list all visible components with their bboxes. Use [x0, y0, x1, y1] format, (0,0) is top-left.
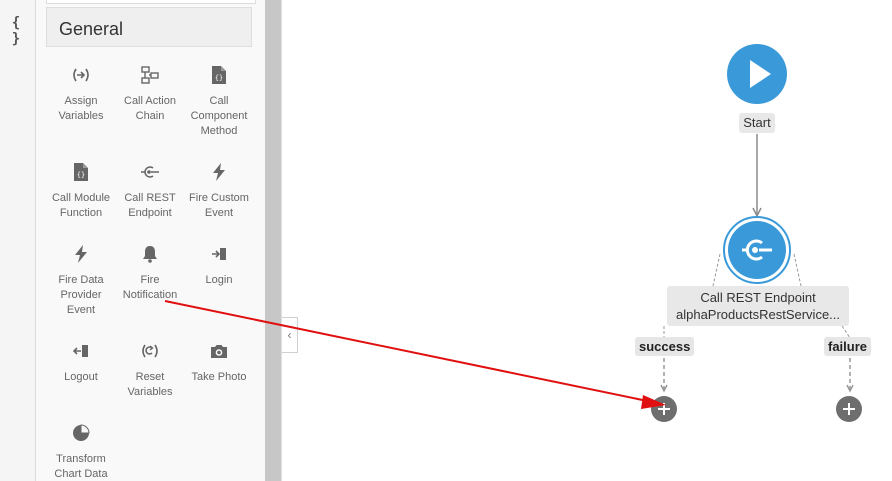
palette-item-call-action-chain[interactable]: Call Action Chain — [115, 65, 185, 124]
camera-icon — [184, 341, 254, 361]
login-icon — [184, 244, 254, 264]
palette-item-label: Call Component Method — [190, 95, 248, 137]
palette-item-label: Fire Data Provider Event — [58, 274, 104, 316]
palette-item-label: Logout — [64, 371, 98, 383]
rest-node-subtitle: alphaProductsRestService... — [675, 307, 841, 322]
rest-endpoint-icon — [115, 162, 185, 182]
lightning-icon — [46, 244, 116, 264]
start-node[interactable] — [727, 44, 787, 104]
palette-item-label: Call Module Function — [51, 192, 111, 219]
palette-item-login[interactable]: Login — [184, 244, 254, 288]
module-function-icon: {} — [46, 162, 116, 182]
svg-text:{}: {} — [77, 171, 85, 179]
palette-item-label: Fire Custom Event — [189, 192, 249, 219]
svg-text:{}: {} — [215, 74, 223, 82]
json-braces-icon[interactable]: { } — [5, 15, 27, 47]
palette-scrollbar[interactable] — [265, 0, 281, 481]
palette-item-reset-variables[interactable]: Reset Variables — [115, 341, 185, 400]
palette-item-take-photo[interactable]: Take Photo — [184, 341, 254, 385]
flow-connectors — [660, 134, 854, 393]
palette-item-call-rest-endpoint[interactable]: Call REST Endpoint — [115, 162, 185, 221]
palette-item-assign-variables[interactable]: Assign Variables — [46, 65, 116, 124]
palette-item-label: Assign Variables — [58, 95, 104, 122]
bell-icon — [115, 244, 185, 264]
add-failure-action-button[interactable] — [836, 396, 862, 422]
palette-item-label: Transform Chart Data — [54, 453, 108, 480]
play-icon — [750, 60, 771, 88]
rest-endpoint-node[interactable] — [723, 216, 791, 284]
component-method-icon: {} — [184, 65, 254, 85]
rest-endpoint-icon — [742, 239, 772, 261]
rest-endpoint-node-label: Call REST Endpoint alphaProductsRestServ… — [667, 286, 849, 326]
rest-node-title: Call REST Endpoint — [700, 290, 816, 305]
palette-item-label: Call Action Chain — [124, 95, 176, 122]
add-success-action-button[interactable] — [651, 396, 677, 422]
palette-item-fire-custom-event[interactable]: Fire Custom Event — [184, 162, 254, 221]
pie-chart-icon — [46, 423, 116, 443]
palette-item-call-module-function[interactable]: {} Call Module Function — [46, 162, 116, 221]
palette-item-label: Login — [205, 274, 233, 286]
branch-label-failure: failure — [824, 337, 872, 356]
section-header-general[interactable]: General — [46, 7, 252, 47]
lightning-icon — [184, 162, 254, 182]
action-palette: General Assign Variables Call Action Cha… — [36, 0, 265, 481]
flow-canvas[interactable]: Start Call REST Endpoint alphaProductsRe… — [282, 0, 892, 481]
action-chain-icon — [115, 65, 185, 85]
reset-icon — [115, 341, 185, 361]
palette-item-label: Take Photo — [191, 371, 247, 383]
section-title: General — [59, 19, 124, 39]
palette-item-transform-chart-data[interactable]: Transform Chart Data — [46, 423, 116, 481]
palette-item-label: Fire Notification — [122, 274, 178, 301]
palette-item-label: Reset Variables — [127, 371, 173, 398]
palette-search-bar-edge — [46, 0, 256, 4]
palette-item-call-component-method[interactable]: {} Call Component Method — [184, 65, 254, 139]
palette-item-fire-data-provider-event[interactable]: Fire Data Provider Event — [46, 244, 116, 318]
assign-icon — [46, 65, 116, 85]
branch-label-success: success — [635, 337, 695, 356]
start-label: Start — [739, 113, 775, 133]
palette-item-logout[interactable]: Logout — [46, 341, 116, 385]
left-rail: { } — [0, 0, 36, 481]
palette-item-label: Call REST Endpoint — [124, 192, 176, 219]
palette-item-fire-notification[interactable]: Fire Notification — [115, 244, 185, 303]
logout-icon — [46, 341, 116, 361]
